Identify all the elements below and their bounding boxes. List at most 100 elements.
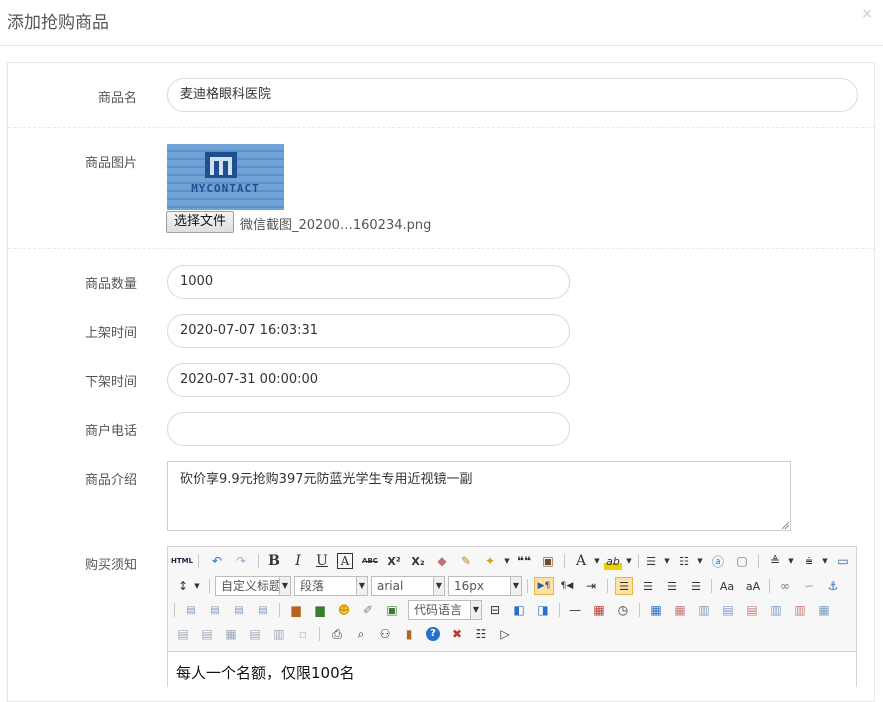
end-time-field[interactable] xyxy=(180,364,557,396)
split-to-cols-icon[interactable]: ▥ xyxy=(270,625,288,643)
anchor-icon[interactable]: ⚓ xyxy=(824,577,842,595)
chevron-down-icon[interactable]: ▼ xyxy=(279,577,290,595)
eraser-icon[interactable]: ◆ xyxy=(433,552,451,570)
to-uppercase-icon[interactable]: Aa xyxy=(718,577,736,595)
insert-video-icon[interactable]: ▣ xyxy=(383,601,401,619)
image-center-icon[interactable]: ▤ xyxy=(254,601,272,619)
chevron-down-icon[interactable]: ▼ xyxy=(658,552,676,570)
attachment-icon[interactable]: ◨ xyxy=(534,601,552,619)
end-time-input[interactable] xyxy=(167,363,570,397)
merchant-phone-input[interactable] xyxy=(167,412,570,446)
horizontal-rule-icon[interactable]: — xyxy=(566,601,584,619)
indent-icon[interactable]: ⇥ xyxy=(582,577,600,595)
choose-file-button[interactable]: 选择文件 xyxy=(166,211,234,233)
drafts-icon[interactable]: ✖ xyxy=(448,625,466,643)
simple-upload-icon[interactable]: ▆ xyxy=(287,601,305,619)
merchant-phone-field[interactable] xyxy=(180,413,557,445)
insert-paragraph-before-table-icon[interactable]: ▥ xyxy=(695,601,713,619)
italic-icon[interactable]: I xyxy=(289,552,307,570)
start-time-input[interactable] xyxy=(167,314,570,348)
font-border-icon[interactable]: A xyxy=(337,553,353,569)
image-none-icon[interactable]: ▤ xyxy=(182,601,200,619)
image-right-icon[interactable]: ▤ xyxy=(230,601,248,619)
redo-icon[interactable]: ↷ xyxy=(232,552,250,570)
paragraph-select[interactable]: 段落 ▼ xyxy=(294,576,368,596)
chevron-down-icon[interactable]: ▼ xyxy=(691,552,709,570)
chevron-down-icon[interactable]: ▼ xyxy=(433,577,444,595)
split-to-rows-icon[interactable]: ▤ xyxy=(246,625,264,643)
background-icon[interactable]: ◧ xyxy=(510,601,528,619)
align-left-icon[interactable]: ☰ xyxy=(615,577,633,595)
search-replace-icon[interactable]: ⚇ xyxy=(376,625,394,643)
insert-row-icon[interactable]: ▤ xyxy=(719,601,737,619)
scrawl-icon[interactable]: ✐ xyxy=(359,601,377,619)
merge-cells-icon[interactable]: ▦ xyxy=(815,601,833,619)
paste-plain-icon[interactable]: ▣ xyxy=(539,552,557,570)
chevron-down-icon[interactable]: ▼ xyxy=(188,577,206,595)
product-name-input[interactable] xyxy=(167,78,858,112)
ltr-direction-icon[interactable]: ▶¶ xyxy=(534,577,554,595)
quantity-field[interactable] xyxy=(180,266,557,298)
editor-content-area[interactable]: 每人一个名额，仅限100名 xyxy=(168,651,856,692)
product-name-field[interactable] xyxy=(180,79,845,111)
link-icon[interactable]: ∞ xyxy=(776,577,794,595)
label-product-intro: 商品介绍 xyxy=(84,473,137,488)
rtl-direction-icon[interactable]: ¶◀ xyxy=(558,577,576,595)
chevron-down-icon[interactable]: ▼ xyxy=(470,601,481,619)
chevron-down-icon[interactable]: ▼ xyxy=(620,552,638,570)
html-source-icon[interactable]: HTML xyxy=(171,552,193,570)
insert-frame-icon[interactable]: ▷ xyxy=(496,625,514,643)
font-family-select[interactable]: arial ▼ xyxy=(371,576,445,596)
insert-image-icon[interactable]: ▆ xyxy=(311,601,329,619)
underline-icon[interactable]: U xyxy=(313,552,331,570)
chevron-down-icon[interactable]: ▼ xyxy=(356,577,367,595)
image-left-icon[interactable]: ▤ xyxy=(206,601,224,619)
select-all-icon[interactable]: ▢ xyxy=(733,552,751,570)
insert-table-icon[interactable]: ▦ xyxy=(647,601,665,619)
product-intro-textarea[interactable]: 砍价享9.9元抢购397元防蓝光学生专用近视镜一副 xyxy=(167,461,791,531)
custom-heading-select[interactable]: 自定义标题 ▼ xyxy=(215,576,291,596)
resize-grip-icon[interactable] xyxy=(781,521,789,529)
delete-col-icon[interactable]: ▥ xyxy=(791,601,809,619)
emotion-icon[interactable]: ☻ xyxy=(335,601,353,619)
quantity-input[interactable] xyxy=(167,265,570,299)
code-language-select[interactable]: 代码语言 ▼ xyxy=(408,600,482,620)
unlink-icon[interactable]: ∽ xyxy=(800,577,818,595)
word-image-icon[interactable]: ▮ xyxy=(400,625,418,643)
help-icon[interactable]: ? xyxy=(424,625,442,643)
undo-icon[interactable]: ↶ xyxy=(208,552,226,570)
print-icon[interactable]: ⎙ xyxy=(328,625,346,643)
close-icon[interactable]: × xyxy=(861,6,873,22)
bold-icon[interactable]: B xyxy=(265,552,283,570)
align-right-icon[interactable]: ☰ xyxy=(663,577,681,595)
split-to-cells-icon[interactable]: ▦ xyxy=(222,625,240,643)
preview-icon[interactable]: ▭ xyxy=(834,552,852,570)
merge-right-icon[interactable]: ▤ xyxy=(174,625,192,643)
date-icon[interactable]: ▦ xyxy=(590,601,608,619)
align-justify-icon[interactable]: ☰ xyxy=(687,577,705,595)
strikethrough-icon[interactable]: ABC xyxy=(361,552,379,570)
font-size-select[interactable]: 16px ▼ xyxy=(448,576,522,596)
subscript-icon[interactable]: X₂ xyxy=(409,552,427,570)
chevron-down-icon[interactable]: ▼ xyxy=(510,577,521,595)
time-icon[interactable]: ◷ xyxy=(614,601,632,619)
delete-row-icon[interactable]: ▤ xyxy=(743,601,761,619)
print-preview-icon[interactable]: ⌕ xyxy=(352,625,370,643)
chevron-down-icon[interactable]: ▼ xyxy=(782,552,800,570)
template-icon[interactable]: ⊟ xyxy=(486,601,504,619)
merge-down-icon[interactable]: ▤ xyxy=(198,625,216,643)
insert-col-icon[interactable]: ▥ xyxy=(767,601,785,619)
autotypeset-icon[interactable]: ⓐ xyxy=(709,552,727,570)
blockquote-icon[interactable]: ❝❝ xyxy=(515,552,533,570)
format-painter-icon[interactable]: ✎ xyxy=(457,552,475,570)
to-lowercase-icon[interactable]: aA xyxy=(744,577,762,595)
chevron-down-icon[interactable]: ▼ xyxy=(816,552,834,570)
start-time-field[interactable] xyxy=(180,315,557,347)
delete-table-icon[interactable]: ▦ xyxy=(671,601,689,619)
align-center-icon[interactable]: ☰ xyxy=(639,577,657,595)
template-list-icon[interactable]: ☷ xyxy=(472,625,490,643)
superscript-icon[interactable]: X² xyxy=(385,552,403,570)
chevron-down-icon[interactable]: ▼ xyxy=(498,552,516,570)
magic-wand-icon[interactable]: ✦ xyxy=(481,552,499,570)
chart-icon[interactable]: ▫ xyxy=(294,625,312,643)
